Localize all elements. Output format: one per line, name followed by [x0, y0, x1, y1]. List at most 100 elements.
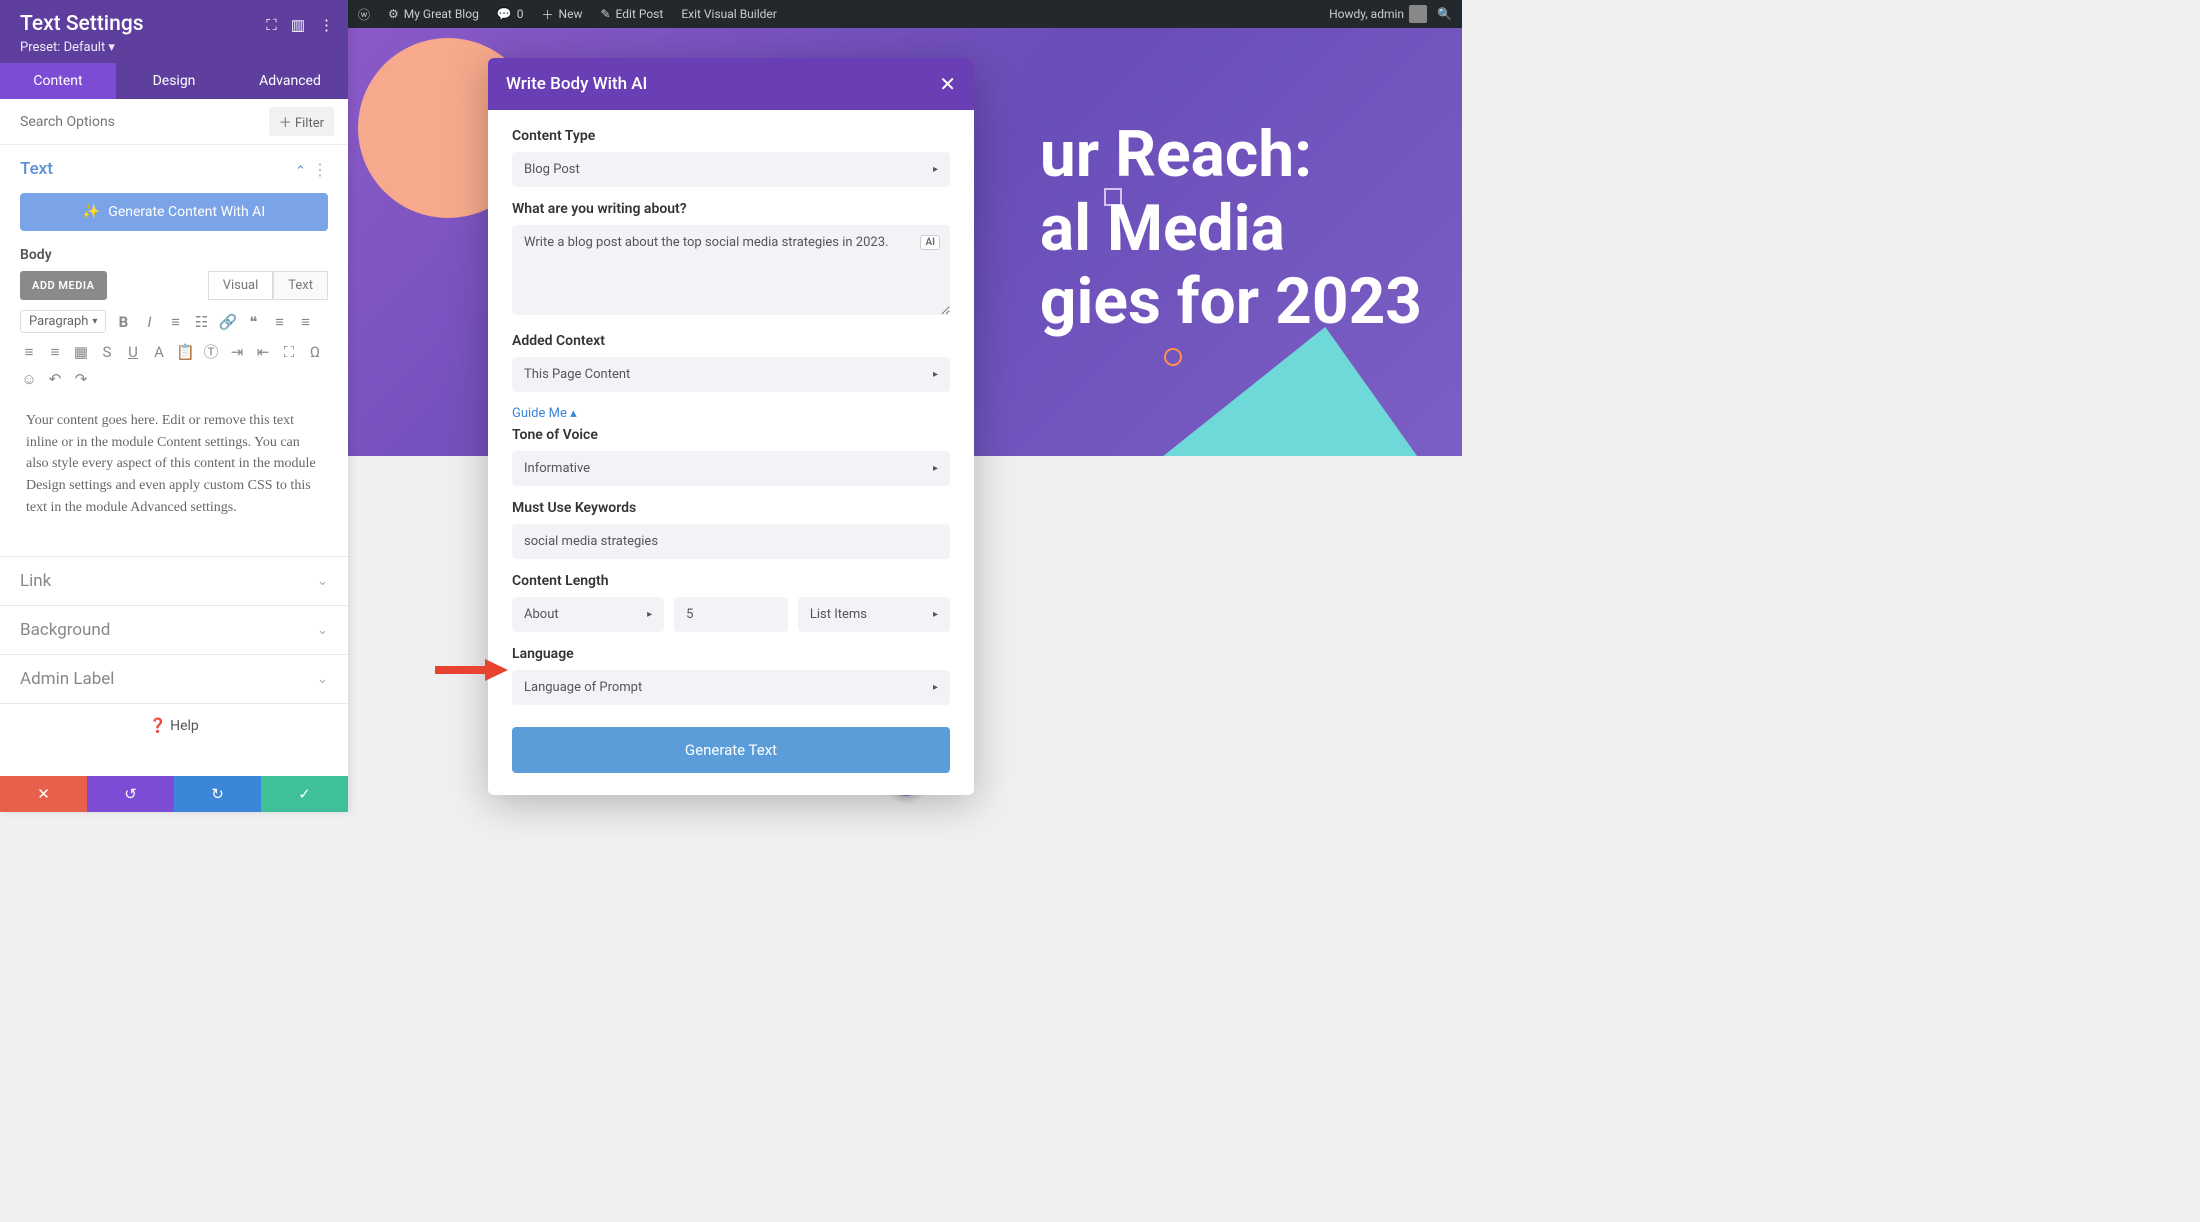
select-caret-icon: ▸	[647, 609, 652, 620]
section-text-header[interactable]: Text ⌃ ⋮	[0, 145, 348, 193]
section-link: Link ⌄	[0, 557, 348, 606]
quote-icon[interactable]: ❝	[244, 313, 262, 331]
section-link-header[interactable]: Link ⌄	[0, 557, 348, 605]
site-link[interactable]: ⚙ My Great Blog	[388, 7, 479, 21]
tab-design[interactable]: Design	[116, 63, 232, 99]
context-label: Added Context	[512, 333, 950, 349]
select-caret-icon: ▸	[933, 609, 938, 620]
bullet-list-icon[interactable]: ≡	[166, 313, 184, 331]
length-about-select[interactable]: About▸	[512, 597, 664, 632]
redo-icon[interactable]: ↷	[72, 370, 90, 388]
tab-content[interactable]: Content	[0, 63, 116, 99]
search-input[interactable]	[14, 108, 261, 136]
content-type-label: Content Type	[512, 128, 950, 144]
undo-button[interactable]: ↺	[87, 776, 174, 812]
tone-select[interactable]: Informative▸	[512, 451, 950, 486]
modal-title: Write Body With AI	[506, 74, 647, 94]
comments-link[interactable]: 💬 0	[497, 7, 524, 21]
align-left-icon[interactable]: ≡	[270, 313, 288, 331]
paste-icon[interactable]: 📋	[176, 343, 194, 361]
ai-write-modal: Write Body With AI ✕ Content Type Blog P…	[488, 58, 974, 795]
number-list-icon[interactable]: ☷	[192, 313, 210, 331]
decorative-ring	[1164, 348, 1182, 366]
language-select[interactable]: Language of Prompt▸	[512, 670, 950, 705]
add-media-button[interactable]: ADD MEDIA	[20, 271, 107, 300]
tone-label: Tone of Voice	[512, 427, 950, 443]
undo-icon[interactable]: ↶	[46, 370, 64, 388]
keywords-input[interactable]	[512, 524, 950, 559]
modal-header: Write Body With AI ✕	[488, 58, 974, 110]
prompt-label: What are you writing about?	[512, 201, 950, 217]
help-icon: ❓	[149, 718, 166, 734]
close-icon[interactable]: ✕	[939, 72, 956, 96]
new-link[interactable]: ＋ New	[542, 6, 583, 23]
block-format-select[interactable]: Paragraph ▾	[20, 310, 106, 333]
save-button[interactable]: ✓	[261, 776, 348, 812]
context-select[interactable]: This Page Content▸	[512, 357, 950, 392]
chevron-down-icon: ⌄	[317, 623, 328, 638]
edit-post-link[interactable]: ✎ Edit Post	[600, 7, 663, 21]
section-background: Background ⌄	[0, 606, 348, 655]
filter-button[interactable]: ＋ Filter	[269, 107, 334, 136]
guide-me-toggle[interactable]: Guide Me ▴	[512, 406, 577, 421]
hero-heading: ur Reach: al Media gies for 2023	[1040, 118, 1422, 339]
section-admin-label-header[interactable]: Admin Label ⌄	[0, 655, 348, 703]
exit-builder-link[interactable]: Exit Visual Builder	[681, 7, 777, 21]
content-type-select[interactable]: Blog Post▸	[512, 152, 950, 187]
emoji-icon[interactable]: ☺	[20, 370, 38, 388]
chevron-down-icon: ⌄	[317, 672, 328, 687]
align-justify-icon[interactable]: ≡	[46, 343, 64, 361]
color-icon[interactable]: A	[150, 343, 168, 361]
prompt-textarea[interactable]	[512, 225, 950, 315]
redo-button[interactable]: ↻	[174, 776, 261, 812]
length-count-input[interactable]	[674, 597, 788, 632]
section-admin-label: Admin Label ⌄	[0, 655, 348, 704]
char-icon[interactable]: Ω	[306, 343, 324, 361]
tab-advanced[interactable]: Advanced	[232, 63, 348, 99]
generate-ai-button[interactable]: ✨ Generate Content With AI	[20, 193, 328, 231]
sidebar-header: Text Settings Preset: Default ▾ ⛶ ▥ ⋮	[0, 0, 348, 63]
table-icon[interactable]: ▦	[72, 343, 90, 361]
search-icon[interactable]: 🔍	[1437, 7, 1452, 21]
editor-tab-text[interactable]: Text	[273, 271, 328, 300]
section-text: Text ⌃⋮ ✨ Generate Content With AI Body …	[0, 145, 348, 557]
ai-badge-icon[interactable]: AI	[920, 235, 940, 250]
outdent-icon[interactable]: ⇤	[254, 343, 272, 361]
select-caret-icon: ▸	[933, 369, 938, 380]
kebab-icon[interactable]: ⋮	[319, 16, 334, 34]
editor-toolbar: Paragraph ▾ B I ≡ ☷ 🔗 ❝ ≡ ≡ ≡ ≡ ▦ S U A …	[20, 310, 328, 388]
fullscreen-icon[interactable]: ⛶	[280, 343, 298, 361]
underline-icon[interactable]: U	[124, 343, 142, 361]
editor-tab-visual[interactable]: Visual	[208, 271, 274, 300]
chevron-up-icon: ⌃	[295, 164, 306, 179]
select-caret-icon: ▸	[933, 682, 938, 693]
avatar-icon	[1409, 5, 1427, 23]
align-right-icon[interactable]: ≡	[20, 343, 38, 361]
italic-icon[interactable]: I	[140, 313, 158, 331]
keywords-label: Must Use Keywords	[512, 500, 950, 516]
indent-icon[interactable]: ⇥	[228, 343, 246, 361]
section-text-title: Text	[20, 159, 53, 179]
cancel-button[interactable]: ✕	[0, 776, 87, 812]
section-background-header[interactable]: Background ⌄	[0, 606, 348, 654]
annotation-arrow	[430, 655, 510, 689]
strike-icon[interactable]: S	[98, 343, 116, 361]
length-label: Content Length	[512, 573, 950, 589]
link-icon[interactable]: 🔗	[218, 313, 236, 331]
kebab-icon[interactable]: ⋮	[312, 160, 328, 179]
bold-icon[interactable]: B	[114, 313, 132, 331]
wp-logo-icon[interactable]: ⓦ	[358, 6, 370, 23]
wp-admin-bar: ⓦ ⚙ My Great Blog 💬 0 ＋ New ✎ Edit Post …	[348, 0, 1462, 28]
focus-icon[interactable]: ⛶	[266, 16, 277, 34]
editor-content[interactable]: Your content goes here. Edit or remove t…	[20, 400, 328, 538]
length-unit-select[interactable]: List Items▸	[798, 597, 950, 632]
panel-icon[interactable]: ▥	[291, 16, 305, 34]
align-center-icon[interactable]: ≡	[296, 313, 314, 331]
body-label: Body	[20, 247, 328, 263]
help-link[interactable]: ❓ Help	[0, 704, 348, 748]
howdy-link[interactable]: Howdy, admin	[1329, 5, 1427, 23]
generate-text-button[interactable]: Generate Text	[512, 727, 950, 773]
preset-dropdown[interactable]: Preset: Default ▾	[20, 40, 328, 55]
sidebar-tabs: Content Design Advanced	[0, 63, 348, 99]
clear-icon[interactable]: Ⓣ	[202, 341, 220, 362]
